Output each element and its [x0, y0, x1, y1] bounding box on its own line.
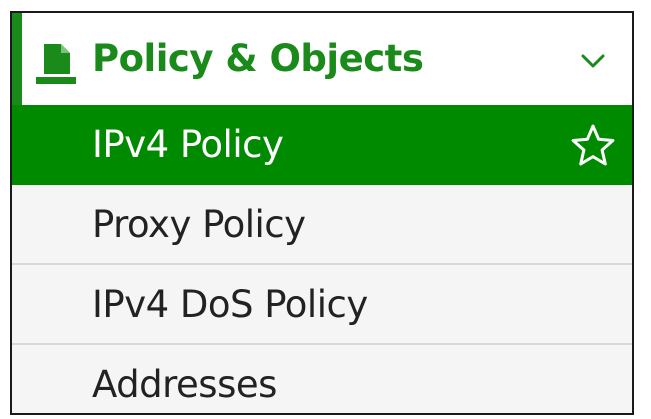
menu-item-addresses[interactable]: Addresses — [12, 345, 632, 413]
policy-objects-section-header[interactable]: Policy & Objects — [12, 13, 632, 105]
chevron-down-icon[interactable] — [578, 51, 608, 71]
menu-item-proxy-policy[interactable]: Proxy Policy — [12, 185, 632, 265]
policy-document-icon — [36, 44, 76, 84]
section-accent-bar — [12, 13, 22, 105]
star-outline-icon[interactable] — [570, 123, 616, 167]
section-title: Policy & Objects — [92, 37, 424, 80]
menu-item-label: IPv4 DoS Policy — [92, 283, 368, 326]
menu-item-ipv4-policy[interactable]: IPv4 Policy — [12, 105, 632, 185]
menu-item-label: IPv4 Policy — [92, 123, 284, 166]
menu-item-ipv4-dos-policy[interactable]: IPv4 DoS Policy — [12, 265, 632, 345]
menu-item-label: Proxy Policy — [92, 203, 306, 246]
navigation-menu: Policy & Objects IPv4 Policy Proxy Polic… — [10, 11, 634, 415]
menu-item-label: Addresses — [92, 363, 277, 406]
